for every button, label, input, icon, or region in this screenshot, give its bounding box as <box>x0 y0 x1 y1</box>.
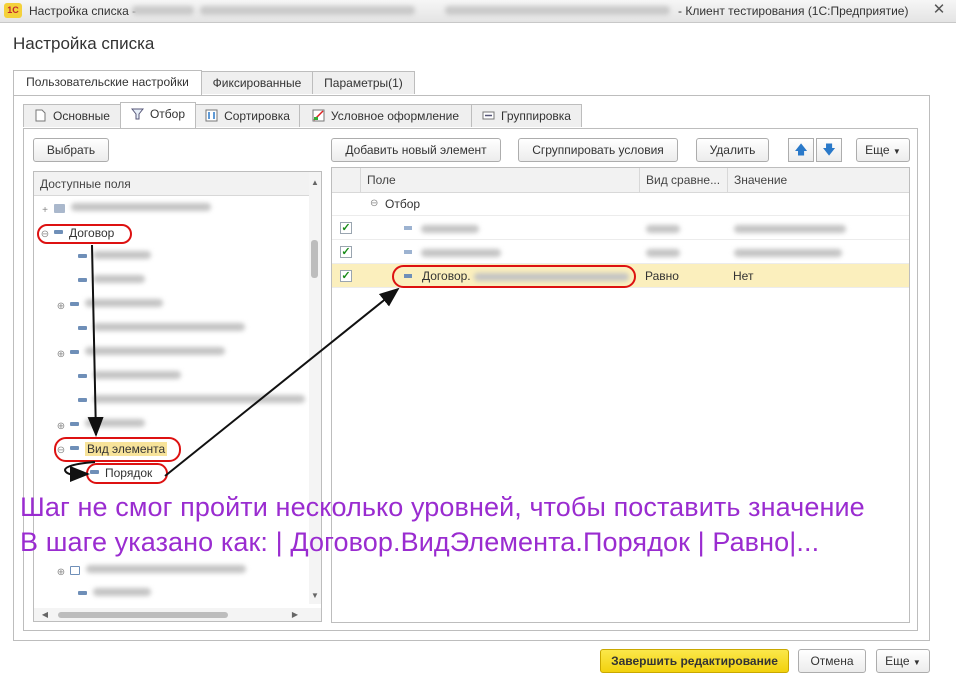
annotation-arrows <box>64 244 400 483</box>
cancel-button[interactable]: Отмена <box>798 649 866 673</box>
annotation-text-line1: Шаг не смог пройти несколько уровней, чт… <box>20 492 865 522</box>
finish-editing-button[interactable]: Завершить редактирование <box>600 649 789 673</box>
dropdown-icon: ▼ <box>912 658 921 667</box>
footer-more-button[interactable]: Еще ▼ <box>876 649 930 673</box>
annotation-text-line2: В шаге указано как: | Договор.ВидЭлемент… <box>20 527 820 557</box>
